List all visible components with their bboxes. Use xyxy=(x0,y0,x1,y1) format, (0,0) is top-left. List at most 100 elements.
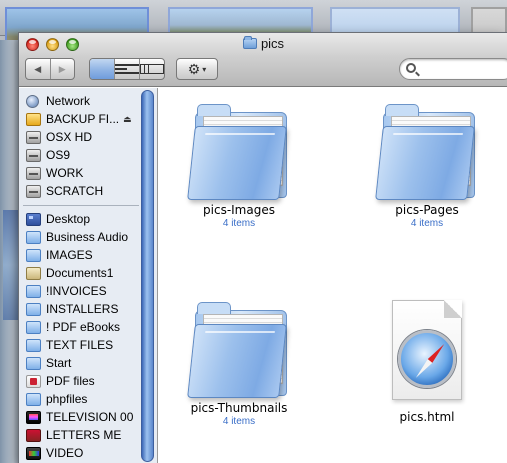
sidebar-item-documents1[interactable]: Documents1 xyxy=(26,264,113,282)
list-view-button[interactable] xyxy=(114,59,139,79)
sidebar-item-business-audio[interactable]: Business Audio xyxy=(26,228,128,246)
documents-folder-icon xyxy=(26,266,41,280)
file-item-pics-pages[interactable]: pics-Pages 4 items xyxy=(352,98,502,229)
html-document-icon xyxy=(384,300,470,410)
sidebar-item-letters-me[interactable]: LETTERS ME xyxy=(26,426,121,444)
sidebar-item-label: Business Audio xyxy=(46,230,129,244)
safari-compass-icon xyxy=(398,330,456,388)
icon-view-button[interactable] xyxy=(90,59,114,79)
search-icon xyxy=(406,63,416,73)
sidebar-item-label: WORK xyxy=(46,166,84,180)
file-item-pics-html[interactable]: pics.html xyxy=(352,300,502,424)
folder-icon xyxy=(26,248,41,262)
window-title-text: pics xyxy=(260,36,285,51)
file-name: pics.html xyxy=(399,410,455,424)
folder-icon xyxy=(26,356,41,370)
action-menu-button[interactable]: ⚙ ▾ xyxy=(176,58,218,80)
file-name: pics-Pages xyxy=(395,203,459,217)
file-icon-view: pics-Images 4 items pics-Pages 4 items p… xyxy=(159,88,507,463)
sidebar-item-label: phpfiles xyxy=(46,392,88,406)
icon-view-icon xyxy=(90,64,114,74)
forward-button[interactable]: ▶ xyxy=(49,59,75,79)
sidebar-item-scratch[interactable]: SCRATCH xyxy=(26,182,103,200)
sidebar: Network BACKUP FI... ⏏ OSX HD OS9 WORK S… xyxy=(19,88,158,463)
hard-disk-icon xyxy=(26,166,41,180)
search-field[interactable] xyxy=(399,58,507,80)
view-switcher xyxy=(89,58,165,80)
sidebar-item-label: OSX HD xyxy=(46,130,93,144)
folder-icon xyxy=(26,392,41,406)
column-view-icon xyxy=(140,64,164,74)
folder-icon xyxy=(187,98,289,203)
sidebar-item-label: PDF files xyxy=(46,374,95,388)
sidebar-item-video[interactable]: VIDEO xyxy=(26,444,83,462)
window-title: pics xyxy=(19,36,507,51)
back-button[interactable]: ◀ xyxy=(26,59,50,79)
sidebar-item-work[interactable]: WORK xyxy=(26,164,83,182)
pdf-icon xyxy=(26,374,41,388)
sidebar-item-network[interactable]: Network xyxy=(26,92,90,110)
sidebar-item-television[interactable]: TELEVISION 00 xyxy=(26,408,133,426)
file-name: pics-Images xyxy=(203,203,275,217)
sidebar-item-pdf-files[interactable]: PDF files xyxy=(26,372,95,390)
sidebar-item-phpfiles[interactable]: phpfiles xyxy=(26,390,87,408)
hard-disk-icon xyxy=(26,148,41,162)
sidebar-item-invoices[interactable]: !INVOICES xyxy=(26,282,107,300)
sidebar-item-label: Start xyxy=(46,356,72,370)
network-icon xyxy=(26,94,39,108)
sidebar-item-label: TEXT FILES xyxy=(46,338,114,352)
folder-icon xyxy=(26,230,41,244)
gear-icon: ⚙ xyxy=(187,60,201,77)
column-view-button[interactable] xyxy=(139,59,164,79)
file-item-pics-images[interactable]: pics-Images 4 items xyxy=(164,98,314,229)
file-item-count: 4 items xyxy=(222,416,256,427)
sidebar-item-pdf-ebooks[interactable]: ! PDF eBooks xyxy=(26,318,120,336)
sidebar-item-label: IMAGES xyxy=(46,248,93,262)
sidebar-item-text-files[interactable]: TEXT FILES xyxy=(26,336,113,354)
file-item-count: 4 items xyxy=(222,218,256,229)
file-item-pics-thumbnails[interactable]: pics-Thumbnails 4 items xyxy=(164,296,314,427)
sidebar-item-images[interactable]: IMAGES xyxy=(26,246,93,264)
folder-icon xyxy=(26,338,41,352)
folder-icon xyxy=(375,98,477,203)
window-titlebar[interactable]: pics ◀ ▶ ⚙ ▾ xyxy=(19,33,507,87)
list-view-icon xyxy=(115,64,139,74)
desktop-icon xyxy=(26,212,41,226)
chevron-down-icon: ▾ xyxy=(202,64,207,74)
hard-disk-icon xyxy=(26,184,41,198)
file-name: pics-Thumbnails xyxy=(190,401,288,415)
sidebar-item-backup[interactable]: BACKUP FI... ⏏ xyxy=(26,110,132,128)
hard-disk-icon xyxy=(26,130,41,144)
sidebar-item-start[interactable]: Start xyxy=(26,354,71,372)
sidebar-item-label: ! PDF eBooks xyxy=(46,320,121,334)
folder-icon xyxy=(242,36,257,49)
sidebar-item-desktop[interactable]: Desktop xyxy=(26,210,90,228)
sidebar-scrollbar[interactable] xyxy=(141,90,154,462)
folder-icon xyxy=(26,302,41,316)
folder-icon xyxy=(187,296,289,401)
sidebar-item-label: !INVOICES xyxy=(46,284,107,298)
sidebar-item-label: OS9 xyxy=(46,148,71,162)
back-forward-group: ◀ ▶ xyxy=(25,58,75,80)
sidebar-divider xyxy=(23,205,139,206)
sidebar-item-label: BACKUP FI... xyxy=(46,112,120,126)
tv-icon xyxy=(26,410,41,424)
sidebar-item-label: SCRATCH xyxy=(46,184,104,198)
sidebar-item-label: Documents1 xyxy=(46,266,114,280)
sidebar-item-label: VIDEO xyxy=(46,446,84,460)
eject-icon[interactable]: ⏏ xyxy=(123,114,132,125)
sidebar-item-installers[interactable]: INSTALLERS xyxy=(26,300,118,318)
sidebar-item-label: LETTERS ME xyxy=(46,428,122,442)
finder-window: pics ◀ ▶ ⚙ ▾ Network BACKUP FI... ⏏ OSX … xyxy=(18,32,507,463)
letters-icon xyxy=(26,428,41,442)
sidebar-item-osx-hd[interactable]: OSX HD xyxy=(26,128,92,146)
sidebar-item-label: Desktop xyxy=(46,212,91,226)
sidebar-item-label: Network xyxy=(46,94,91,108)
file-item-count: 4 items xyxy=(410,218,444,229)
sidebar-item-label: INSTALLERS xyxy=(46,302,119,316)
sidebar-item-os9[interactable]: OS9 xyxy=(26,146,70,164)
sidebar-item-label: TELEVISION 00 xyxy=(46,410,134,424)
folder-icon xyxy=(26,284,41,298)
folder-icon xyxy=(26,320,41,334)
external-drive-icon xyxy=(26,112,41,126)
